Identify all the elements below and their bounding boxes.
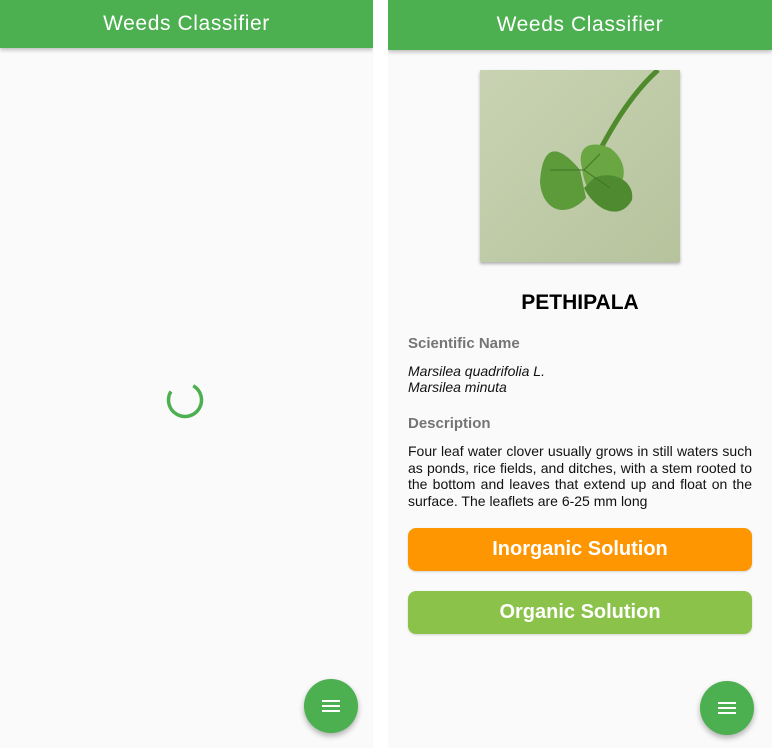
- app-bar: Weeds Classifier: [0, 0, 373, 48]
- loading-spinner-icon: [166, 381, 204, 419]
- menu-fab-button[interactable]: [700, 681, 754, 735]
- description-label: Description: [408, 415, 491, 432]
- weed-name: PETHIPALA: [521, 291, 639, 314]
- app-title: Weeds Classifier: [103, 12, 270, 35]
- menu-icon: [718, 702, 736, 714]
- organic-solution-button[interactable]: Organic Solution: [408, 591, 752, 634]
- menu-icon: [322, 700, 340, 712]
- weed-photo: [480, 70, 680, 262]
- scientific-name-1: Marsilea quadrifolia L.: [408, 363, 545, 379]
- scientific-name-label: Scientific Name: [408, 335, 520, 352]
- scientific-names: Marsilea quadrifolia L. Marsilea minuta: [408, 363, 545, 395]
- description-text: Four leaf water clover usually grows in …: [408, 443, 752, 509]
- inorganic-solution-button[interactable]: Inorganic Solution: [408, 528, 752, 571]
- weed-detail-screen: Weeds Classifier PETHIPALA Scientific Na…: [388, 0, 772, 748]
- loading-screen: Weeds Classifier: [0, 0, 373, 748]
- app-bar: Weeds Classifier: [388, 0, 772, 50]
- menu-fab-button[interactable]: [304, 679, 358, 733]
- app-title: Weeds Classifier: [496, 13, 664, 36]
- scientific-name-2: Marsilea minuta: [408, 379, 507, 395]
